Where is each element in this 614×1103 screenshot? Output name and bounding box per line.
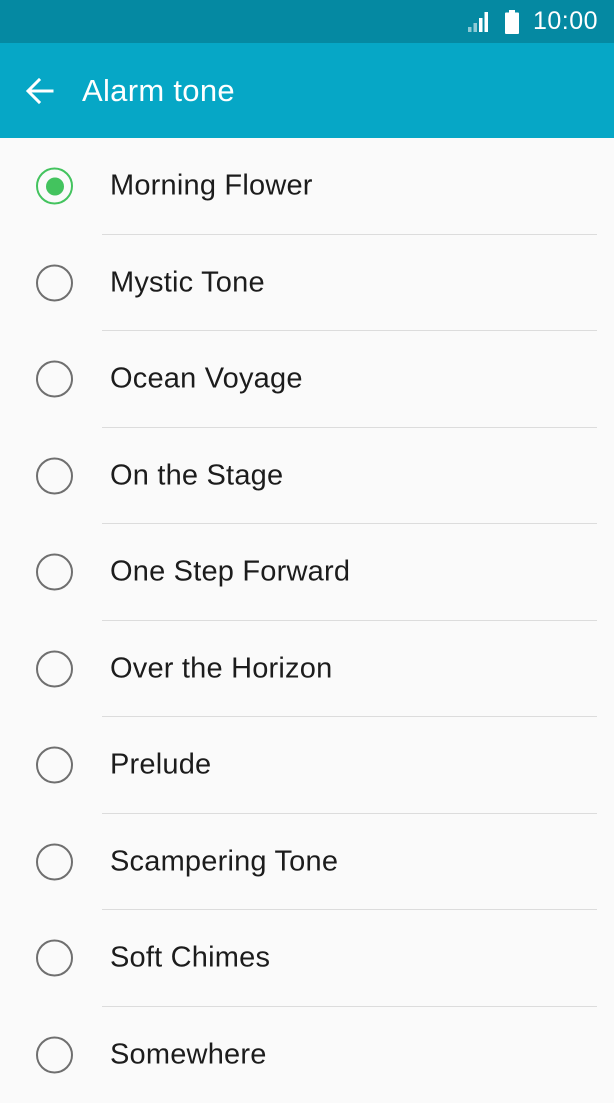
list-item-label: Ocean Voyage bbox=[110, 363, 303, 396]
status-bar: 10:00 bbox=[0, 0, 614, 43]
page-title: Alarm tone bbox=[82, 73, 235, 109]
list-item-label: On the Stage bbox=[110, 459, 283, 492]
list-item-label: Somewhere bbox=[110, 1038, 267, 1071]
battery-icon bbox=[505, 10, 519, 34]
radio-button[interactable] bbox=[36, 940, 73, 977]
list-item-label: Morning Flower bbox=[110, 170, 313, 203]
list-item[interactable]: Prelude bbox=[0, 717, 614, 814]
list-item-label: Prelude bbox=[110, 749, 211, 782]
list-item[interactable]: Over the Horizon bbox=[0, 621, 614, 718]
radio-button[interactable] bbox=[36, 650, 73, 687]
list-item-label: One Step Forward bbox=[110, 556, 350, 589]
list-item-label: Soft Chimes bbox=[110, 942, 270, 975]
list-item[interactable]: Ocean Voyage bbox=[0, 331, 614, 428]
radio-button[interactable] bbox=[36, 264, 73, 301]
list-item[interactable]: Morning Flower bbox=[0, 138, 614, 235]
cell-signal-icon bbox=[467, 12, 491, 32]
radio-button[interactable] bbox=[36, 1036, 73, 1073]
list-item[interactable]: Soft Chimes bbox=[0, 910, 614, 1007]
tone-list: Morning Flower Mystic Tone Ocean Voyage … bbox=[0, 138, 614, 1103]
arrow-left-icon bbox=[25, 76, 55, 106]
list-item[interactable]: One Step Forward bbox=[0, 524, 614, 621]
list-item-label: Mystic Tone bbox=[110, 266, 265, 299]
status-time: 10:00 bbox=[533, 7, 598, 36]
list-item[interactable]: Mystic Tone bbox=[0, 235, 614, 332]
app-bar: Alarm tone bbox=[0, 43, 614, 138]
radio-button[interactable] bbox=[36, 168, 73, 205]
radio-button[interactable] bbox=[36, 747, 73, 784]
list-item[interactable]: Somewhere bbox=[0, 1007, 614, 1103]
radio-button[interactable] bbox=[36, 554, 73, 591]
list-item-label: Scampering Tone bbox=[110, 845, 338, 878]
radio-button[interactable] bbox=[36, 361, 73, 398]
list-item[interactable]: Scampering Tone bbox=[0, 814, 614, 911]
list-item-label: Over the Horizon bbox=[110, 652, 332, 685]
list-item[interactable]: On the Stage bbox=[0, 428, 614, 525]
back-button[interactable] bbox=[0, 43, 82, 138]
radio-dot bbox=[46, 177, 64, 195]
radio-button[interactable] bbox=[36, 843, 73, 880]
radio-button[interactable] bbox=[36, 457, 73, 494]
